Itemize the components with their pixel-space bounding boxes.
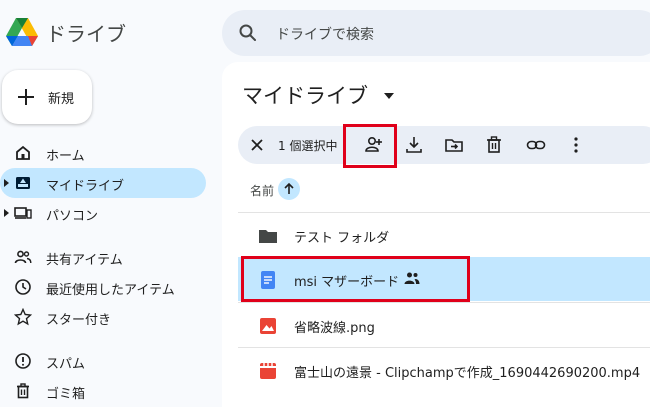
expand-arrow-icon[interactable] — [4, 208, 10, 218]
more-vert-icon[interactable] — [565, 134, 587, 156]
link-icon[interactable] — [525, 134, 547, 156]
new-button[interactable]: 新規 — [2, 70, 92, 124]
trash-icon[interactable] — [483, 134, 505, 156]
sidebar-item-computers[interactable]: パソコン — [0, 198, 206, 228]
video-file-icon — [260, 363, 276, 379]
file-name: 富士山の遠景 - Clipchampで作成_1690442690200.mp4 — [294, 366, 641, 381]
plus-icon — [18, 89, 34, 105]
file-row[interactable]: テスト フォルダ — [238, 212, 650, 256]
star-icon — [14, 308, 32, 326]
home-icon — [16, 145, 30, 160]
sidebar-item-my-drive[interactable]: マイドライブ — [0, 168, 206, 198]
search-icon[interactable] — [238, 23, 258, 43]
sidebar-item-spam[interactable]: スパム — [0, 346, 206, 376]
sidebar-item-home[interactable]: ホーム — [0, 138, 206, 168]
trash-icon — [17, 383, 29, 399]
close-icon[interactable] — [248, 136, 266, 154]
sidebar-item-label: 共有アイテム — [46, 253, 123, 268]
expand-arrow-icon[interactable] — [4, 178, 10, 188]
selection-toolbar: 1 個選択中 — [238, 126, 650, 164]
search-bar[interactable]: ドライブで検索 — [222, 10, 650, 56]
sidebar-item-label: スター付き — [46, 313, 112, 328]
file-name: 省略波線.png — [294, 321, 375, 336]
page-title[interactable]: マイドライブ — [242, 80, 368, 110]
search-input[interactable]: ドライブで検索 — [276, 24, 374, 44]
sidebar-item-trash[interactable]: ゴミ箱 — [0, 376, 206, 406]
file-row[interactable]: 省略波線.png — [238, 302, 650, 346]
file-name: テスト フォルダ — [294, 231, 390, 246]
file-row[interactable]: 富士山の遠景 - Clipchampで作成_1690442690200.mp4 — [238, 347, 650, 391]
column-header-name[interactable]: 名前 — [250, 182, 274, 199]
sidebar-item-label: ゴミ箱 — [46, 387, 86, 402]
caret-down-icon[interactable] — [384, 93, 394, 99]
shared-people-icon — [14, 250, 32, 264]
move-to-folder-icon[interactable] — [443, 134, 465, 156]
google-drive-logo[interactable] — [4, 14, 40, 50]
sidebar-item-label: 最近使用したアイテム — [46, 283, 175, 298]
new-button-label: 新規 — [48, 92, 75, 107]
sidebar-item-shared[interactable]: 共有アイテム — [0, 242, 206, 272]
sidebar-item-label: ホーム — [46, 149, 85, 164]
download-icon[interactable] — [403, 134, 425, 156]
folder-icon — [259, 230, 277, 243]
clock-icon — [15, 279, 31, 295]
computer-icon — [14, 207, 32, 219]
highlight-box-selected-file — [241, 256, 470, 302]
my-drive-icon — [16, 177, 30, 189]
image-file-icon — [260, 318, 276, 334]
sidebar-item-starred[interactable]: スター付き — [0, 302, 206, 332]
selection-count: 1 個選択中 — [278, 139, 338, 153]
arrow-up-icon — [284, 182, 294, 194]
spam-icon — [15, 353, 31, 369]
main-panel: マイドライブ 1 個選択中 名前 テスト フォルダ msi マザーボード 省略波… — [222, 62, 650, 407]
highlight-box-share-button — [343, 124, 397, 168]
sidebar-item-label: パソコン — [46, 209, 99, 224]
sidebar-item-recent[interactable]: 最近使用したアイテム — [0, 272, 206, 302]
sort-ascending-button[interactable] — [278, 178, 300, 200]
app-title: ドライブ — [46, 22, 126, 46]
sidebar-item-label: スパム — [46, 357, 86, 372]
sidebar-item-label: マイドライブ — [46, 179, 125, 194]
